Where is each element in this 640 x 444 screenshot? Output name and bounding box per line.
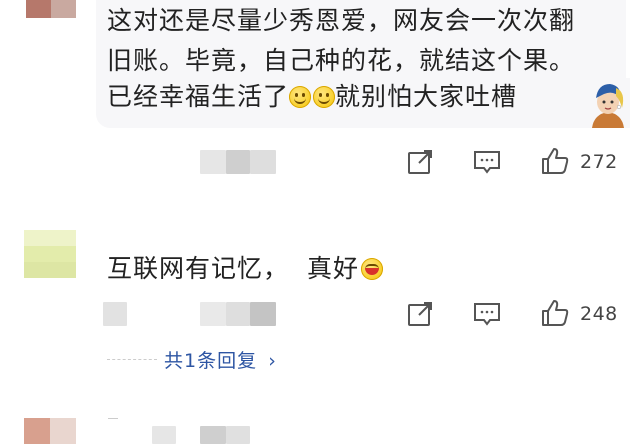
- share-icon[interactable]: [406, 300, 434, 328]
- thumbs-up-icon[interactable]: [540, 298, 570, 328]
- comment-text-segment: 互联网有记忆，: [107, 254, 290, 283]
- blurred-username: [200, 302, 226, 326]
- comment-text-segment: 真好: [307, 254, 360, 283]
- like-count: 248: [580, 303, 618, 325]
- blurred-username: [200, 150, 226, 174]
- blurred-username: [200, 426, 226, 444]
- comment-text-segment: 就别怕大家吐槽: [335, 82, 518, 111]
- avatar[interactable]: [24, 230, 76, 278]
- blurred-username: [152, 426, 176, 444]
- comment-text-segment: 已经幸福生活了: [107, 82, 290, 111]
- chevron-right-icon: ›: [268, 350, 277, 372]
- smile-emoji-icon: [313, 86, 336, 108]
- blurred-username: [226, 426, 250, 444]
- view-replies-link[interactable]: 共1条回复 ›: [164, 346, 277, 373]
- comment-text: 互联网有记忆， 真好: [107, 254, 384, 284]
- laugh-emoji-icon: [361, 258, 384, 280]
- blurred-username: [226, 150, 250, 174]
- girl-with-pearl-earring-sticker: [586, 78, 630, 128]
- avatar[interactable]: [24, 418, 76, 444]
- replies-divider: [107, 359, 157, 360]
- smile-emoji-icon: [289, 86, 312, 108]
- thumbs-up-icon[interactable]: [540, 146, 570, 176]
- comment-text-line-3: 已经幸福生活了 就别怕大家吐槽: [107, 82, 517, 112]
- like-count: 272: [580, 151, 618, 173]
- view-replies-label: 共1条回复: [164, 350, 258, 372]
- avatar[interactable]: [26, 0, 76, 18]
- comment-icon[interactable]: [472, 148, 502, 176]
- comment-text-line-1: 这对还是尽量少秀恩爱，网友会一次次翻: [107, 6, 576, 35]
- comment-text-line-2: 旧账。毕竟，自己种的花，就结这个果。: [107, 46, 576, 75]
- blurred-username: [250, 302, 276, 326]
- comment-icon[interactable]: [472, 300, 502, 328]
- blurred-username: [250, 150, 276, 174]
- blurred-username: [103, 302, 127, 326]
- separator-dash: [108, 418, 118, 419]
- blurred-username: [226, 302, 250, 326]
- share-icon[interactable]: [406, 148, 434, 176]
